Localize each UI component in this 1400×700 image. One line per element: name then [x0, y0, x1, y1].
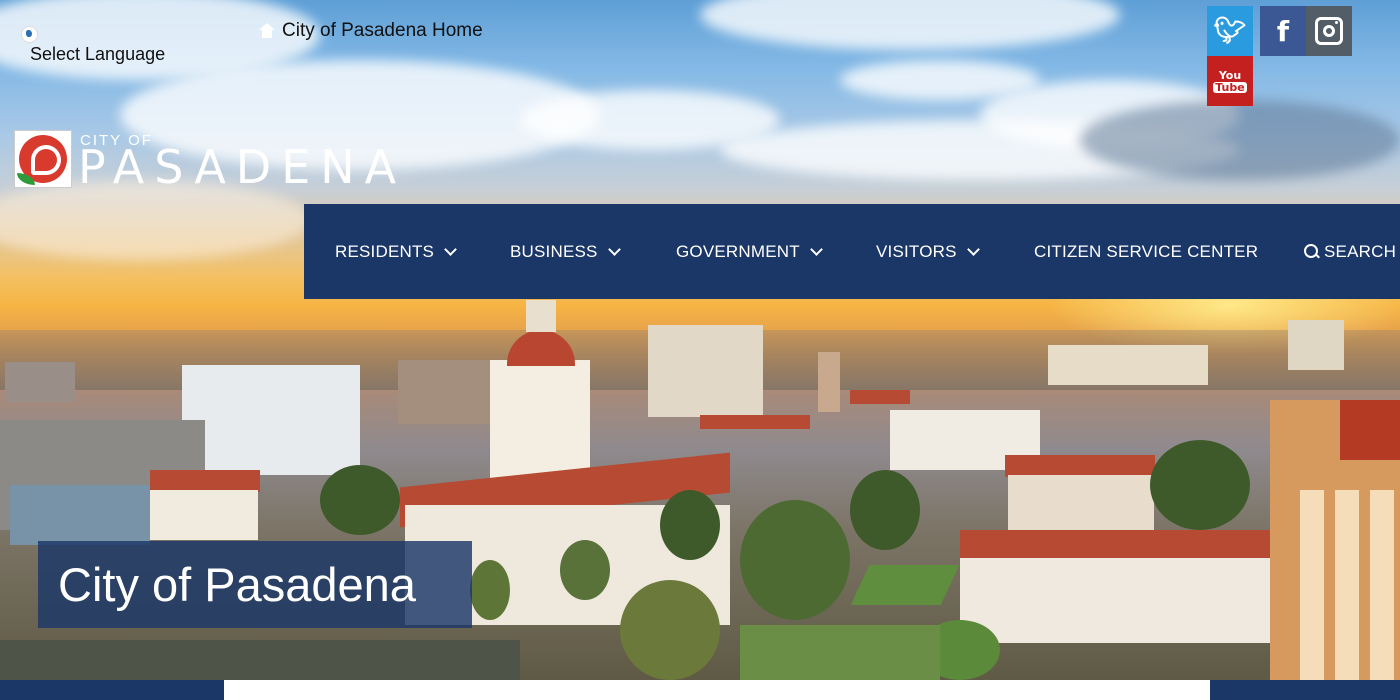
search-icon: [1304, 243, 1318, 258]
chevron-down-icon[interactable]: [607, 242, 621, 256]
nav-government[interactable]: GOVERNMENT: [676, 204, 823, 299]
nav-citizen-service-center-label[interactable]: CITIZEN SERVICE CENTER: [1034, 242, 1258, 262]
facebook-icon: f: [1276, 14, 1290, 48]
nav-visitors[interactable]: VISITORS: [876, 204, 980, 299]
facebook-button[interactable]: f: [1260, 6, 1306, 56]
instagram-button[interactable]: [1306, 6, 1352, 56]
nav-citizen-service-center[interactable]: CITIZEN SERVICE CENTER: [1034, 204, 1258, 299]
globe-icon: [21, 26, 38, 43]
chevron-down-icon[interactable]: [809, 242, 823, 256]
chevron-down-icon[interactable]: [444, 242, 457, 256]
instagram-icon: [1315, 17, 1343, 45]
nav-business-label[interactable]: BUSINESS: [510, 242, 598, 262]
language-label[interactable]: Select Language: [30, 44, 165, 65]
home-link[interactable]: City of Pasadena Home: [258, 20, 483, 42]
home-link-label[interactable]: City of Pasadena Home: [282, 20, 483, 42]
bottom-right-bar: [1210, 680, 1400, 700]
logo-wordmark: CITY OF PASADENA: [78, 132, 408, 194]
youtube-icon-top: You: [1218, 68, 1242, 82]
bottom-left-bar: [0, 680, 224, 700]
twitter-button[interactable]: 🐦︎: [1207, 6, 1253, 56]
nav-search[interactable]: SEARCH: [1304, 204, 1396, 299]
social-links: 🐦︎ f You Tube: [1207, 6, 1357, 106]
nav-residents[interactable]: RESIDENTS: [335, 204, 457, 299]
home-icon: [258, 23, 276, 39]
youtube-icon-bottom: Tube: [1213, 80, 1247, 94]
nav-business[interactable]: BUSINESS: [510, 204, 621, 299]
content-start-panel: [224, 680, 1210, 700]
nav-visitors-label[interactable]: VISITORS: [876, 242, 957, 262]
twitter-icon: 🐦︎: [1213, 16, 1247, 46]
main-nav: RESIDENTS BUSINESS GOVERNMENT VISITORS C…: [304, 204, 1400, 299]
chevron-down-icon[interactable]: [966, 242, 980, 256]
nav-search-label[interactable]: SEARCH: [1324, 242, 1396, 262]
nav-residents-label[interactable]: RESIDENTS: [335, 242, 434, 262]
hero-title-banner: City of Pasadena: [38, 541, 472, 628]
rose-logo-icon: [14, 130, 72, 188]
youtube-button[interactable]: You Tube: [1207, 56, 1253, 106]
nav-government-label[interactable]: GOVERNMENT: [676, 242, 800, 262]
city-logo[interactable]: CITY OF PASADENA: [14, 130, 408, 194]
hero-title: City of Pasadena: [58, 558, 416, 611]
logo-big-text: PASADENA: [78, 140, 407, 194]
